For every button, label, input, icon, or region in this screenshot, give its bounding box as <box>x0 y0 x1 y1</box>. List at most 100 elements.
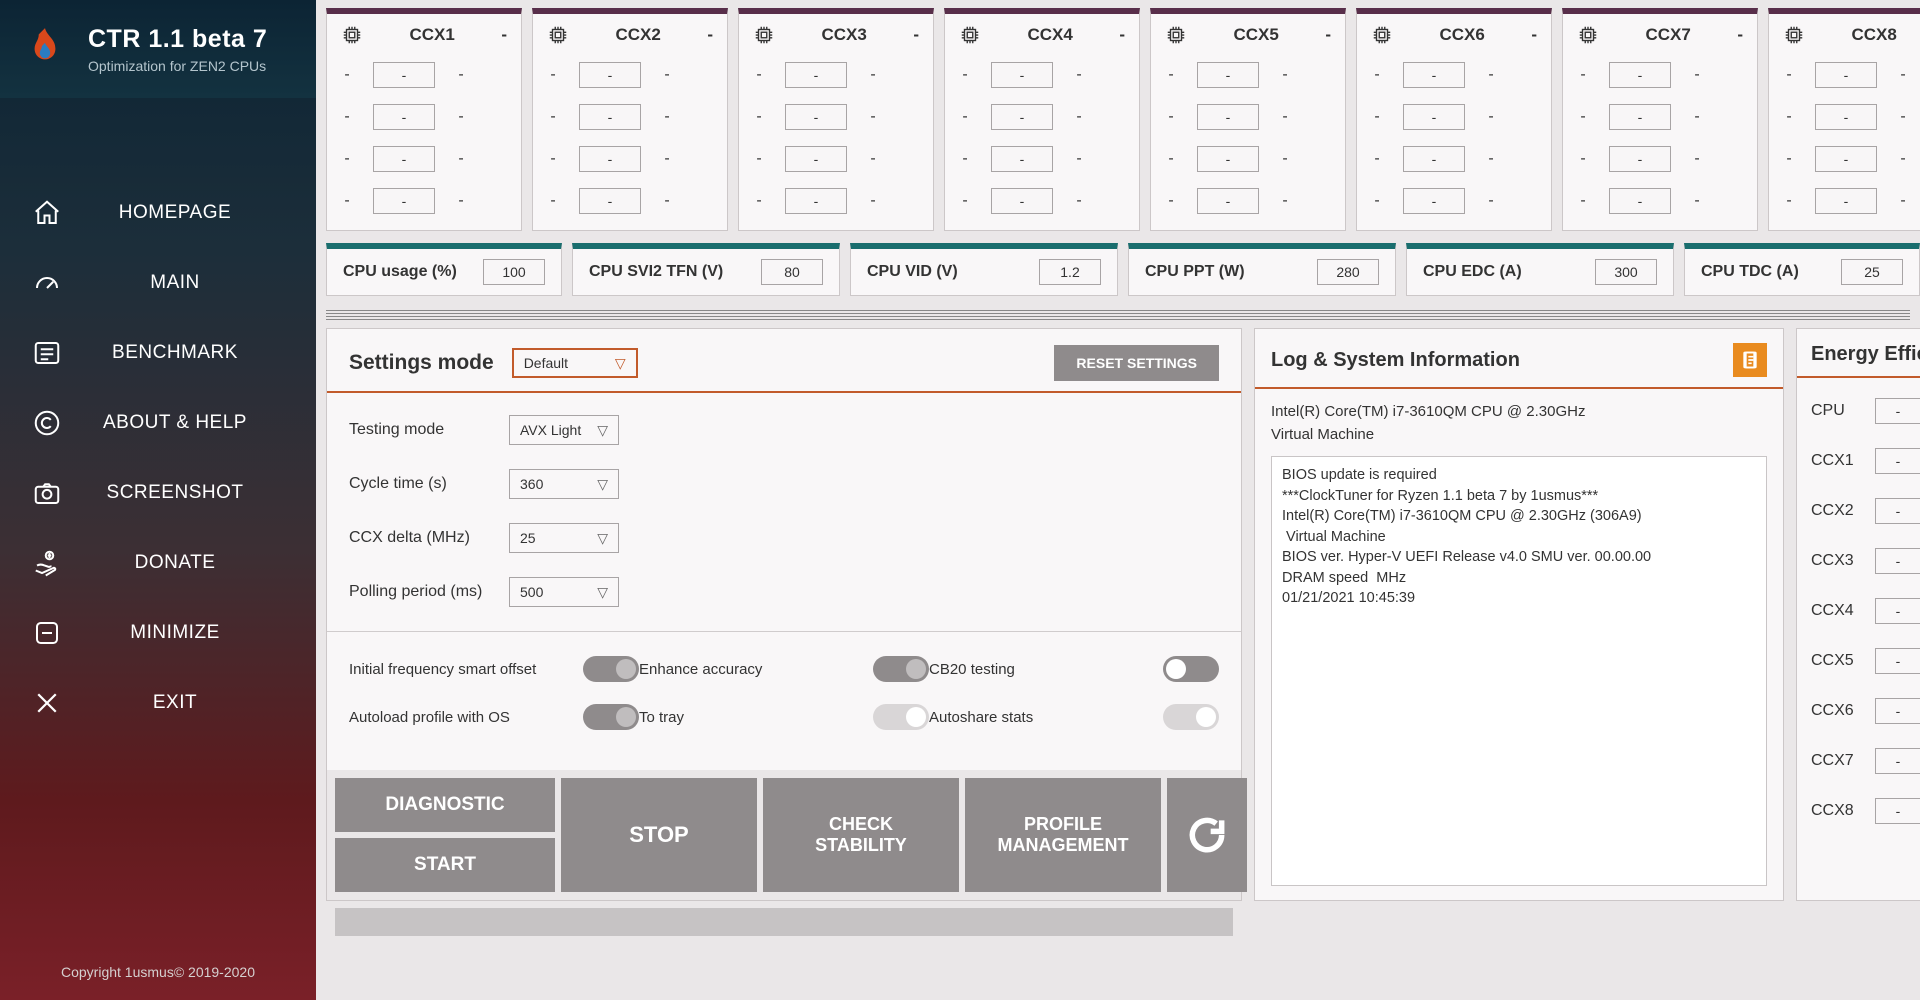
core-value-input[interactable]: - <box>1815 146 1877 172</box>
ccx-card: CCX3------------- <box>738 8 934 231</box>
telemetry-value-input[interactable]: 80 <box>761 259 823 285</box>
refresh-button[interactable] <box>1167 778 1247 892</box>
ccx-core-line: --- <box>1577 146 1743 172</box>
core-left: - <box>1371 192 1383 210</box>
core-value-input[interactable]: - <box>579 62 641 88</box>
list-icon <box>30 336 64 370</box>
energy-row: CCX1- <box>1811 448 1920 474</box>
telemetry-value-input[interactable]: 300 <box>1595 259 1657 285</box>
toggle-switch[interactable] <box>583 656 639 682</box>
core-value-input[interactable]: - <box>373 146 435 172</box>
energy-label: CCX6 <box>1811 702 1875 720</box>
setting-select[interactable]: 25▽ <box>509 523 619 553</box>
toggle-switch[interactable] <box>873 704 929 730</box>
core-value-input[interactable]: - <box>785 188 847 214</box>
ccx-value: - <box>707 25 713 45</box>
start-button[interactable]: START <box>335 838 555 892</box>
ccx-name: CCX3 <box>789 25 899 45</box>
toggle-switch[interactable] <box>583 704 639 730</box>
chip-icon <box>753 24 775 46</box>
nav-main[interactable]: MAIN <box>0 248 316 318</box>
setting-select[interactable]: 360▽ <box>509 469 619 499</box>
check-stability-button[interactable]: CHECK STABILITY <box>763 778 959 892</box>
core-value-input[interactable]: - <box>1403 104 1465 130</box>
reset-settings-button[interactable]: RESET SETTINGS <box>1054 345 1219 381</box>
core-value-input[interactable]: - <box>1403 188 1465 214</box>
ccx-core-line: --- <box>341 62 507 88</box>
chip-icon <box>959 24 981 46</box>
toggle-switch[interactable] <box>1163 656 1219 682</box>
setting-label: CCX delta (MHz) <box>349 529 509 547</box>
chevron-down-icon: ▽ <box>597 530 608 547</box>
toggle-label: Initial frequency smart offset <box>349 661 536 678</box>
core-right: - <box>661 150 673 168</box>
core-right: - <box>867 150 879 168</box>
core-value-input[interactable]: - <box>1815 188 1877 214</box>
ccx-card: CCX4------------- <box>944 8 1140 231</box>
energy-value: - <box>1875 448 1920 474</box>
core-value-input[interactable]: - <box>1403 62 1465 88</box>
nav-benchmark[interactable]: BENCHMARK <box>0 318 316 388</box>
core-value-input[interactable]: - <box>785 104 847 130</box>
telemetry-value-input[interactable]: 100 <box>483 259 545 285</box>
core-left: - <box>1783 150 1795 168</box>
core-value-input[interactable]: - <box>1197 104 1259 130</box>
core-value-input[interactable]: - <box>579 104 641 130</box>
core-value-input[interactable]: - <box>1197 146 1259 172</box>
setting-select[interactable]: 500▽ <box>509 577 619 607</box>
chip-icon <box>1371 24 1393 46</box>
core-value-input[interactable]: - <box>785 62 847 88</box>
telemetry-value-input[interactable]: 25 <box>1841 259 1903 285</box>
settings-mode-select[interactable]: Default ▽ <box>512 348 638 378</box>
stop-button[interactable]: STOP <box>561 778 757 892</box>
core-value-input[interactable]: - <box>579 188 641 214</box>
core-left: - <box>547 150 559 168</box>
telemetry-label: CPU TDC (A) <box>1701 263 1841 281</box>
core-value-input[interactable]: - <box>991 188 1053 214</box>
ccx-value: - <box>1531 25 1537 45</box>
core-value-input[interactable]: - <box>373 188 435 214</box>
log-textbox[interactable]: BIOS update is required ***ClockTuner fo… <box>1271 456 1767 886</box>
core-value-input[interactable]: - <box>373 62 435 88</box>
core-left: - <box>547 192 559 210</box>
nav-donate[interactable]: DONATE <box>0 528 316 598</box>
copyright-icon <box>30 406 64 440</box>
core-value-input[interactable]: - <box>991 146 1053 172</box>
profile-management-button[interactable]: PROFILE MANAGEMENT <box>965 778 1161 892</box>
core-value-input[interactable]: - <box>1609 104 1671 130</box>
nav-homepage[interactable]: HOMEPAGE <box>0 178 316 248</box>
core-value-input[interactable]: - <box>1197 62 1259 88</box>
core-value-input[interactable]: - <box>373 104 435 130</box>
nav-about[interactable]: ABOUT & HELP <box>0 388 316 458</box>
ccx-core-line: --- <box>341 146 507 172</box>
nav-minimize[interactable]: MINIMIZE <box>0 598 316 668</box>
core-value-input[interactable]: - <box>1609 62 1671 88</box>
core-value-input[interactable]: - <box>785 146 847 172</box>
core-left: - <box>1577 150 1589 168</box>
energy-row: CCX2- <box>1811 498 1920 524</box>
energy-label: CCX8 <box>1811 802 1875 820</box>
settings-row: CCX delta (MHz)25▽ <box>349 523 1219 553</box>
ccx-name: CCX4 <box>995 25 1105 45</box>
telemetry-value-input[interactable]: 1.2 <box>1039 259 1101 285</box>
core-value-input[interactable]: - <box>1815 104 1877 130</box>
core-value-input[interactable]: - <box>579 146 641 172</box>
core-value-input[interactable]: - <box>1609 146 1671 172</box>
toggle-switch[interactable] <box>873 656 929 682</box>
telemetry-value-input[interactable]: 280 <box>1317 259 1379 285</box>
ccx-value: - <box>913 25 919 45</box>
core-value-input[interactable]: - <box>1403 146 1465 172</box>
save-log-button[interactable] <box>1733 343 1767 377</box>
core-value-input[interactable]: - <box>1609 188 1671 214</box>
core-value-input[interactable]: - <box>1815 62 1877 88</box>
setting-select[interactable]: AVX Light▽ <box>509 415 619 445</box>
nav-exit[interactable]: EXIT <box>0 668 316 738</box>
core-value-input[interactable]: - <box>991 104 1053 130</box>
chip-icon <box>1577 24 1599 46</box>
core-value-input[interactable]: - <box>1197 188 1259 214</box>
nav-screenshot[interactable]: SCREENSHOT <box>0 458 316 528</box>
core-value-input[interactable]: - <box>991 62 1053 88</box>
settings-row: Cycle time (s)360▽ <box>349 469 1219 499</box>
toggle-switch[interactable] <box>1163 704 1219 730</box>
diagnostic-button[interactable]: DIAGNOSTIC <box>335 778 555 832</box>
